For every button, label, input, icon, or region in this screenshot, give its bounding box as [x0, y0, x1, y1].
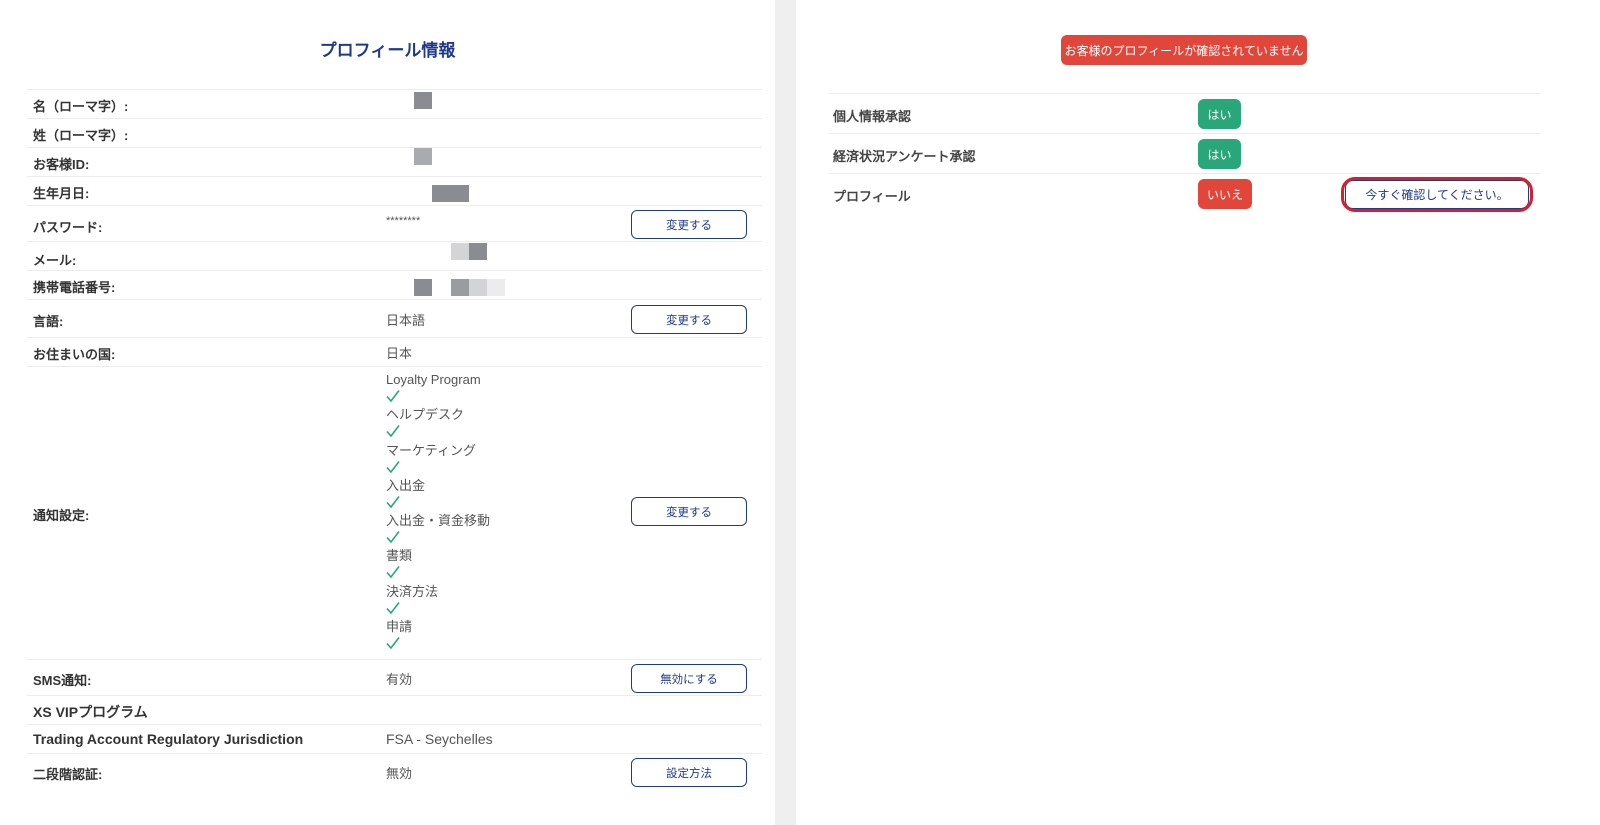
vip-label: XS VIPプログラム — [33, 704, 148, 720]
redacted-value — [414, 148, 432, 165]
row-email: メール: — [27, 241, 762, 270]
notification-item-label: 決済方法 — [386, 583, 439, 599]
verification-panel: お客様のプロフィールが確認されていません 個人情報承認 はい 経済状況アンケート… — [796, 0, 1600, 825]
notifications-label: 通知設定: — [33, 508, 90, 523]
economic-survey-label: 経済状況アンケート承認 — [833, 149, 976, 164]
password-label: パスワード: — [33, 220, 103, 235]
row-first-name: 名（ローマ字）: — [27, 89, 762, 118]
change-notifications-button[interactable]: 変更する — [631, 497, 747, 526]
setup-two-factor-button[interactable]: 設定方法 — [631, 758, 747, 787]
notification-item: ヘルプデスク — [386, 406, 490, 441]
row-personal-info-approval: 個人情報承認 はい — [829, 93, 1540, 133]
redacted-value — [451, 279, 469, 296]
profile-table: 名（ローマ字）: 姓（ローマ字）: お客様ID: 生年月日: パスワード: **… — [27, 89, 762, 789]
two-factor-label: 二段階認証: — [33, 767, 103, 782]
first-name-label: 名（ローマ字）: — [33, 99, 129, 114]
email-label: メール: — [33, 253, 77, 268]
check-icon — [386, 531, 400, 544]
jurisdiction-label: Trading Account Regulatory Jurisdiction — [33, 731, 304, 747]
check-icon — [386, 601, 400, 615]
panel-separator — [775, 0, 796, 825]
change-password-button[interactable]: 変更する — [631, 210, 747, 239]
country-value: 日本 — [386, 346, 413, 361]
status-badge-no: いいえ — [1198, 179, 1252, 209]
notification-item-label: 申請 — [386, 619, 413, 635]
row-two-factor: 二段階認証: 無効 設定方法 — [27, 753, 762, 789]
redacted-value — [469, 243, 487, 260]
notification-item: Loyalty Program — [386, 371, 490, 406]
notification-item: マーケティング — [386, 442, 490, 477]
row-mobile: 携帯電話番号: — [27, 270, 762, 299]
notification-item-label: 書類 — [386, 548, 413, 564]
check-icon — [386, 637, 400, 650]
check-icon — [386, 425, 400, 438]
check-icon — [386, 460, 400, 473]
notification-list: Loyalty Program ヘルプデスク マーケティング 入出金 入出金・資… — [386, 371, 490, 653]
row-language: 言語: 日本語 変更する — [27, 299, 762, 337]
two-factor-value: 無効 — [386, 766, 413, 781]
notification-item-label: マーケティング — [386, 442, 476, 458]
password-value: ******** — [386, 215, 421, 227]
sms-label: SMS通知: — [33, 673, 92, 688]
status-badge-yes: はい — [1198, 99, 1241, 129]
verification-status-table: 個人情報承認 はい 経済状況アンケート承認 はい プロフィール いいえ 今すぐ確… — [829, 93, 1540, 213]
row-profile-verification: プロフィール いいえ 今すぐ確認してください。 — [829, 173, 1540, 213]
row-country: お住まいの国: 日本 — [27, 337, 762, 366]
profile-title: プロフィール情報 — [319, 41, 456, 60]
redacted-value — [414, 92, 432, 109]
check-icon — [386, 495, 400, 509]
last-name-label: 姓（ローマ字）: — [33, 128, 129, 143]
row-customer-id: お客様ID: — [27, 147, 762, 176]
notification-item-label: Loyalty Program — [386, 372, 481, 387]
customer-id-label: お客様ID: — [33, 157, 90, 172]
profile-status-label: プロフィール — [833, 189, 911, 204]
redacted-value — [432, 185, 469, 202]
notification-item: 入出金 — [386, 477, 490, 512]
jurisdiction-value: FSA - Seychelles — [386, 731, 493, 747]
redacted-value — [414, 279, 432, 296]
redacted-value — [487, 279, 505, 296]
notification-item-label: ヘルプデスク — [386, 407, 465, 423]
check-icon — [386, 566, 400, 579]
unverified-warning-badge: お客様のプロフィールが確認されていません — [1061, 35, 1307, 65]
sms-value: 有効 — [386, 672, 413, 687]
row-password: パスワード: ******** 変更する — [27, 205, 762, 241]
row-jurisdiction: Trading Account Regulatory Jurisdiction … — [27, 724, 762, 753]
country-label: お住まいの国: — [33, 347, 116, 362]
verify-now-button[interactable]: 今すぐ確認してください。 — [1345, 180, 1529, 209]
row-last-name: 姓（ローマ字）: — [27, 118, 762, 147]
language-label: 言語: — [33, 314, 64, 329]
notification-item-label: 入出金 — [386, 477, 426, 493]
row-birthdate: 生年月日: — [27, 176, 762, 205]
notification-item: 入出金・資金移動 — [386, 512, 490, 547]
row-notifications: 通知設定: Loyalty Program ヘルプデスク マーケティング 入出金… — [27, 366, 762, 659]
change-language-button[interactable]: 変更する — [631, 305, 747, 334]
redacted-value — [469, 279, 487, 296]
notification-item: 決済方法 — [386, 583, 490, 618]
notification-item-label: 入出金・資金移動 — [386, 513, 491, 529]
row-economic-survey-approval: 経済状況アンケート承認 はい — [829, 133, 1540, 173]
mobile-label: 携帯電話番号: — [33, 280, 116, 295]
disable-sms-button[interactable]: 無効にする — [631, 664, 747, 693]
personal-info-label: 個人情報承認 — [833, 109, 912, 124]
language-value: 日本語 — [386, 313, 426, 328]
status-badge-yes: はい — [1198, 139, 1241, 169]
notification-item: 書類 — [386, 547, 490, 582]
row-sms: SMS通知: 有効 無効にする — [27, 659, 762, 695]
birthdate-label: 生年月日: — [33, 186, 90, 201]
redacted-value — [451, 243, 469, 260]
check-icon — [386, 390, 400, 403]
row-vip: XS VIPプログラム — [27, 695, 762, 724]
profile-panel: プロフィール情報 名（ローマ字）: 姓（ローマ字）: お客様ID: 生年月日: … — [0, 0, 775, 825]
notification-item: 申請 — [386, 618, 490, 653]
